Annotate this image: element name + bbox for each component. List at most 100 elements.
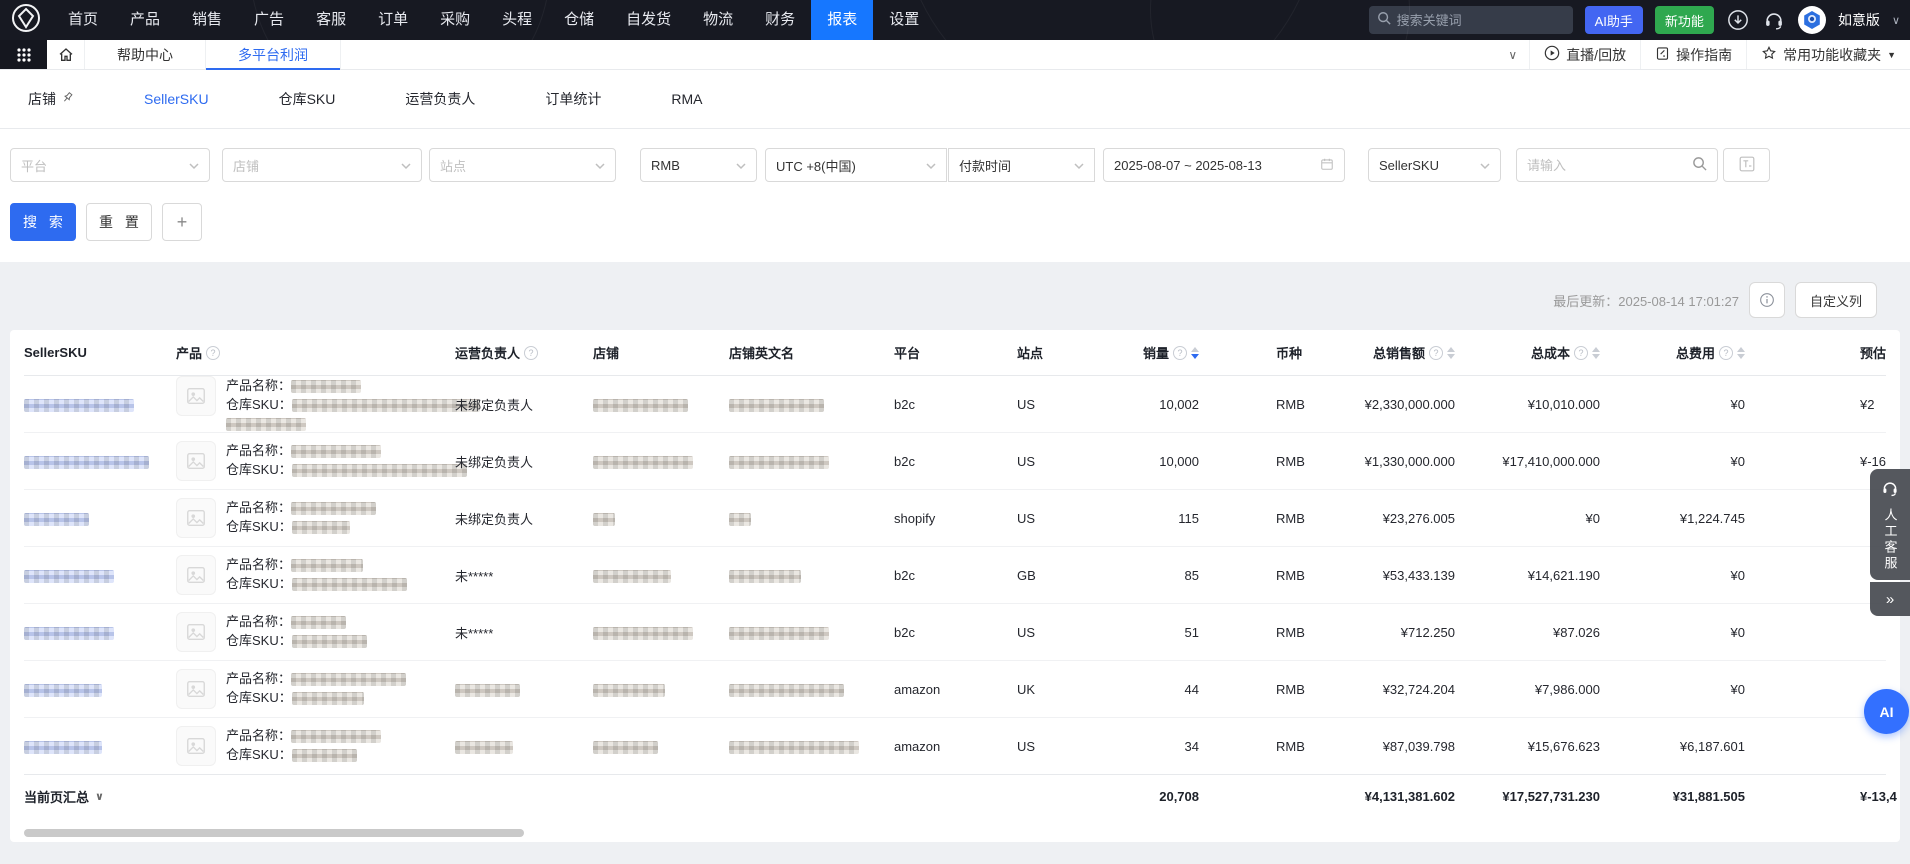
tab-help-center[interactable]: 帮助中心 — [85, 40, 206, 69]
seller-sku-link[interactable] — [24, 569, 114, 583]
cell-seller[interactable] — [24, 453, 176, 469]
column-header-currency[interactable]: 币种 — [1217, 343, 1307, 362]
help-question-icon[interactable]: ? — [1173, 345, 1187, 360]
customize-columns-button[interactable]: 自定义列 — [1794, 282, 1877, 318]
app-logo[interactable] — [0, 3, 52, 38]
horizontal-scrollbar[interactable] — [24, 828, 1886, 838]
sort-asc-icon[interactable] — [1737, 346, 1745, 352]
seller-sku-link[interactable] — [24, 512, 89, 526]
help-question-icon[interactable]: ? — [206, 345, 221, 360]
live-replay-link[interactable]: 直播/回放 — [1529, 40, 1640, 69]
help-question-icon[interactable]: ? — [1429, 345, 1443, 360]
chevron-down-icon[interactable]: ∨ — [1892, 14, 1900, 27]
column-header-shop_en[interactable]: 店铺英文名 — [729, 343, 894, 362]
search-icon[interactable] — [1692, 156, 1707, 174]
nav-item-仓储[interactable]: 仓储 — [548, 0, 610, 40]
report-tab-SellerSKU[interactable]: SellerSKU — [144, 91, 209, 107]
sort-asc-icon[interactable] — [1592, 346, 1600, 352]
search-button[interactable]: 搜 索 — [10, 203, 76, 241]
column-header-sales[interactable]: 总销售额? — [1307, 343, 1470, 362]
favorites-menu[interactable]: 常用功能收藏夹 ▼ — [1746, 40, 1910, 69]
seller-sku-link[interactable] — [24, 740, 102, 754]
global-search[interactable] — [1368, 6, 1573, 34]
new-feature-button[interactable]: 新功能 — [1654, 6, 1714, 34]
cell-seller[interactable] — [24, 567, 176, 583]
nav-item-产品[interactable]: 产品 — [114, 0, 176, 40]
keyword-search-box[interactable] — [1516, 148, 1718, 182]
avatar[interactable] — [1797, 6, 1826, 34]
column-header-fee[interactable]: 总费用? — [1615, 343, 1760, 362]
global-search-input[interactable] — [1396, 12, 1565, 28]
nav-item-财务[interactable]: 财务 — [749, 0, 811, 40]
apps-grid-icon[interactable] — [0, 40, 47, 69]
help-question-icon[interactable]: ? — [1574, 345, 1588, 360]
nav-item-报表[interactable]: 报表 — [811, 0, 874, 40]
search-type-select[interactable]: SellerSKU — [1368, 148, 1501, 182]
platform-select[interactable]: 平台 — [10, 148, 210, 182]
nav-item-设置[interactable]: 设置 — [873, 0, 935, 40]
column-header-site[interactable]: 站点 — [1017, 343, 1117, 362]
seller-sku-link[interactable] — [24, 683, 102, 697]
seller-sku-link[interactable] — [24, 399, 134, 413]
home-icon[interactable] — [47, 40, 85, 69]
nav-item-头程[interactable]: 头程 — [486, 0, 548, 40]
nav-item-首页[interactable]: 首页 — [52, 0, 114, 40]
help-question-icon[interactable]: ? — [1719, 345, 1733, 360]
shop-select[interactable]: 店铺 — [222, 148, 422, 182]
sort-desc-icon[interactable] — [1737, 353, 1745, 359]
report-tab-运营负责人[interactable]: 运营负责人 — [405, 89, 475, 109]
column-header-owner[interactable]: 运营负责人? — [455, 343, 593, 362]
sort-desc-icon[interactable] — [1447, 353, 1455, 359]
report-tab-订单统计[interactable]: 订单统计 — [545, 89, 601, 109]
nav-item-销售[interactable]: 销售 — [176, 0, 238, 40]
nav-item-采购[interactable]: 采购 — [424, 0, 486, 40]
headset-icon[interactable] — [1762, 8, 1786, 32]
chevron-down-icon[interactable]: ∨ — [95, 790, 104, 803]
summary-label[interactable]: 当前页汇总 ∨ — [24, 787, 176, 806]
collapse-widget-button[interactable]: » — [1870, 582, 1910, 616]
sort-desc-icon[interactable] — [1592, 353, 1600, 359]
tab-multi-platform-profit[interactable]: 多平台利润 — [206, 40, 341, 70]
column-header-cost[interactable]: 总成本? — [1470, 343, 1615, 362]
sort-icons[interactable] — [1447, 346, 1455, 359]
sort-icons[interactable] — [1737, 346, 1745, 359]
seller-sku-link[interactable] — [24, 455, 149, 469]
column-header-product[interactable]: 产品? — [176, 343, 455, 362]
reset-button[interactable]: 重 置 — [86, 203, 152, 241]
help-question-icon[interactable]: ? — [524, 345, 539, 360]
report-tab-仓库SKU[interactable]: 仓库SKU — [279, 89, 336, 109]
currency-select[interactable]: RMB — [640, 148, 757, 182]
nav-item-广告[interactable]: 广告 — [238, 0, 300, 40]
sort-icons[interactable] — [1191, 346, 1199, 359]
sort-icons[interactable] — [1592, 346, 1600, 359]
cell-seller[interactable] — [24, 738, 176, 754]
add-filter-button[interactable]: + — [162, 203, 202, 241]
live-support-button[interactable]: 人工客服 — [1870, 469, 1910, 580]
column-header-qty[interactable]: 销量? — [1117, 343, 1217, 362]
date-range-picker[interactable]: 2025-08-07 ~ 2025-08-13 — [1103, 148, 1345, 182]
nav-item-客服[interactable]: 客服 — [300, 0, 362, 40]
nav-item-自发货[interactable]: 自发货 — [610, 0, 687, 40]
sort-desc-icon[interactable] — [1191, 353, 1199, 359]
scrollbar-thumb[interactable] — [24, 829, 524, 837]
batch-input-button[interactable] — [1723, 148, 1770, 182]
ai-fab-button[interactable]: AI — [1864, 689, 1909, 734]
report-tab-店铺[interactable]: 店铺 — [28, 89, 74, 109]
seller-sku-link[interactable] — [24, 626, 114, 640]
timezone-select[interactable]: UTC +8(中国) — [765, 148, 947, 182]
tab-list-chevron-icon[interactable]: ∨ — [1496, 48, 1529, 62]
download-icon[interactable] — [1726, 8, 1750, 32]
nav-item-订单[interactable]: 订单 — [362, 0, 424, 40]
cell-seller[interactable] — [24, 510, 176, 526]
column-header-shop[interactable]: 店铺 — [593, 343, 729, 362]
sort-asc-icon[interactable] — [1447, 346, 1455, 352]
column-header-seller[interactable]: SellerSKU — [24, 345, 176, 360]
column-header-platform[interactable]: 平台 — [894, 343, 1017, 362]
keyword-input[interactable] — [1527, 157, 1667, 173]
guide-link[interactable]: 操作指南 — [1640, 40, 1746, 69]
nav-item-物流[interactable]: 物流 — [687, 0, 749, 40]
info-button[interactable] — [1748, 282, 1785, 318]
ai-assistant-button[interactable]: AI助手 — [1584, 6, 1643, 34]
sort-asc-icon[interactable] — [1191, 346, 1199, 352]
cell-seller[interactable] — [24, 624, 176, 640]
